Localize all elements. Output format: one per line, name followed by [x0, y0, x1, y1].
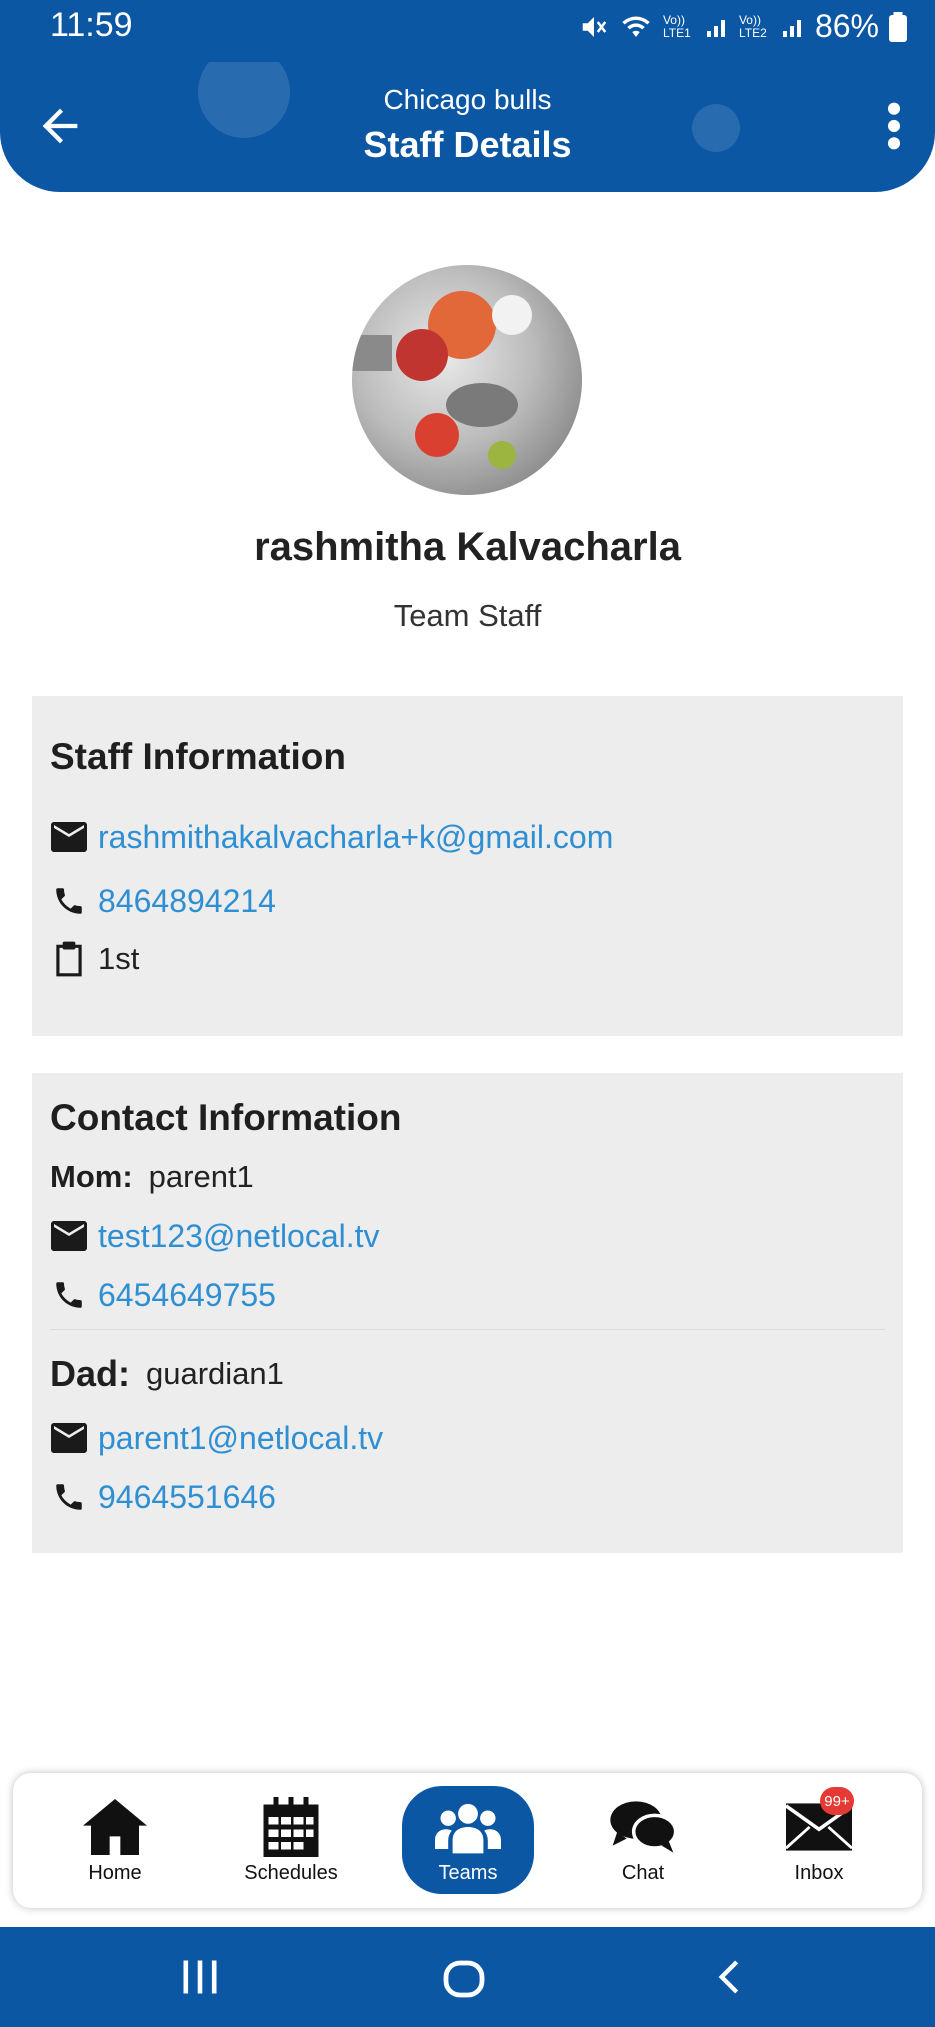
- nav-teams[interactable]: Teams: [402, 1786, 534, 1894]
- chat-icon: [608, 1796, 678, 1858]
- contact-email-link[interactable]: test123@netlocal.tv: [98, 1218, 380, 1255]
- calendar-icon: [256, 1796, 326, 1858]
- phone-icon: [50, 882, 88, 920]
- staff-phone-row[interactable]: 8464894214: [50, 882, 276, 920]
- staff-jersey-row: 1st: [50, 940, 139, 978]
- contact-mom-row: Mom: parent1: [50, 1159, 254, 1195]
- nav-label: Inbox: [794, 1862, 844, 1884]
- teams-icon: [433, 1796, 503, 1858]
- contact-information-card: Contact Information Mom: parent1 test123…: [32, 1073, 903, 1553]
- back-nav-icon[interactable]: [710, 1955, 750, 1999]
- nav-label: Home: [88, 1862, 142, 1884]
- phone-icon: [50, 1276, 88, 1314]
- contact-name: guardian1: [146, 1356, 284, 1391]
- contact-email-link[interactable]: parent1@netlocal.tv: [98, 1420, 383, 1457]
- contact-dad-email-row[interactable]: parent1@netlocal.tv: [50, 1419, 383, 1457]
- staff-information-card: Staff Information rashmithakalvacharla+k…: [32, 696, 903, 1036]
- staff-email-row[interactable]: rashmithakalvacharla+k@gmail.com: [50, 818, 613, 856]
- mail-icon: [50, 1419, 88, 1457]
- battery-icon: [889, 11, 907, 42]
- nav-label: Chat: [621, 1862, 665, 1884]
- staff-role: Team Staff: [393, 598, 542, 633]
- contact-information-title: Contact Information: [50, 1097, 402, 1138]
- contact-phone-link[interactable]: 9464551646: [98, 1479, 276, 1516]
- avatar: [352, 265, 582, 495]
- signal-icon: [706, 19, 725, 37]
- inbox-badge: 99+: [820, 1787, 854, 1815]
- nav-label: Schedules: [244, 1862, 338, 1884]
- bottom-nav: Home Schedules Teams Chat 99+ Inbox: [13, 1773, 922, 1908]
- contact-dad-row: Dad: guardian1: [50, 1353, 284, 1395]
- contact-mom-phone-row[interactable]: 6454649755: [50, 1276, 276, 1314]
- staff-information-title: Staff Information: [50, 736, 346, 777]
- more-vert-icon[interactable]: [879, 100, 909, 152]
- nav-schedules[interactable]: Schedules: [216, 1773, 366, 1908]
- nav-chat[interactable]: Chat: [568, 1773, 718, 1908]
- contact-mom-email-row[interactable]: test123@netlocal.tv: [50, 1217, 380, 1255]
- contact-divider: [50, 1329, 885, 1330]
- staff-jersey-value: 1st: [98, 941, 140, 976]
- home-button-icon[interactable]: [440, 1955, 488, 2003]
- sim1-label: Vo)) LTE1: [662, 12, 691, 40]
- staff-phone-link[interactable]: 8464894214: [98, 883, 276, 920]
- nav-inbox[interactable]: 99+ Inbox: [744, 1773, 894, 1908]
- app-header: Chicago bulls Staff Details: [0, 62, 935, 192]
- battery-percent: 86%: [814, 8, 879, 44]
- contact-dad-phone-row[interactable]: 9464551646: [50, 1478, 276, 1516]
- team-name: Chicago bulls: [383, 84, 552, 115]
- system-nav-bar: [0, 1927, 935, 2027]
- mail-icon: [50, 818, 88, 856]
- home-icon: [80, 1796, 150, 1858]
- mute-icon: [582, 16, 607, 37]
- staff-name: rashmitha Kalvacharla: [254, 525, 681, 569]
- phone-icon: [50, 1478, 88, 1516]
- recent-apps-icon[interactable]: [178, 1955, 222, 1999]
- contact-phone-link[interactable]: 6454649755: [98, 1277, 276, 1314]
- nav-home[interactable]: Home: [40, 1773, 190, 1908]
- sim2-label: Vo)) LTE2: [738, 12, 767, 40]
- contact-name: parent1: [148, 1159, 254, 1194]
- signal-icon: [782, 19, 801, 37]
- mail-icon: [50, 1217, 88, 1255]
- contact-relation-label: Mom:: [50, 1159, 133, 1194]
- nav-label: Teams: [438, 1861, 498, 1884]
- contact-relation-label: Dad:: [50, 1353, 130, 1394]
- status-time: 11:59: [50, 6, 133, 44]
- page-title: Staff Details: [363, 124, 572, 165]
- wifi-icon: [622, 16, 650, 37]
- clipboard-icon: [50, 940, 88, 978]
- status-icons: Vo)) LTE1 Vo)) LTE2 86%: [579, 8, 907, 45]
- status-bar: 11:59 Vo)) LTE1 Vo)) LTE2 86%: [0, 0, 935, 62]
- staff-email-link[interactable]: rashmithakalvacharla+k@gmail.com: [98, 819, 613, 856]
